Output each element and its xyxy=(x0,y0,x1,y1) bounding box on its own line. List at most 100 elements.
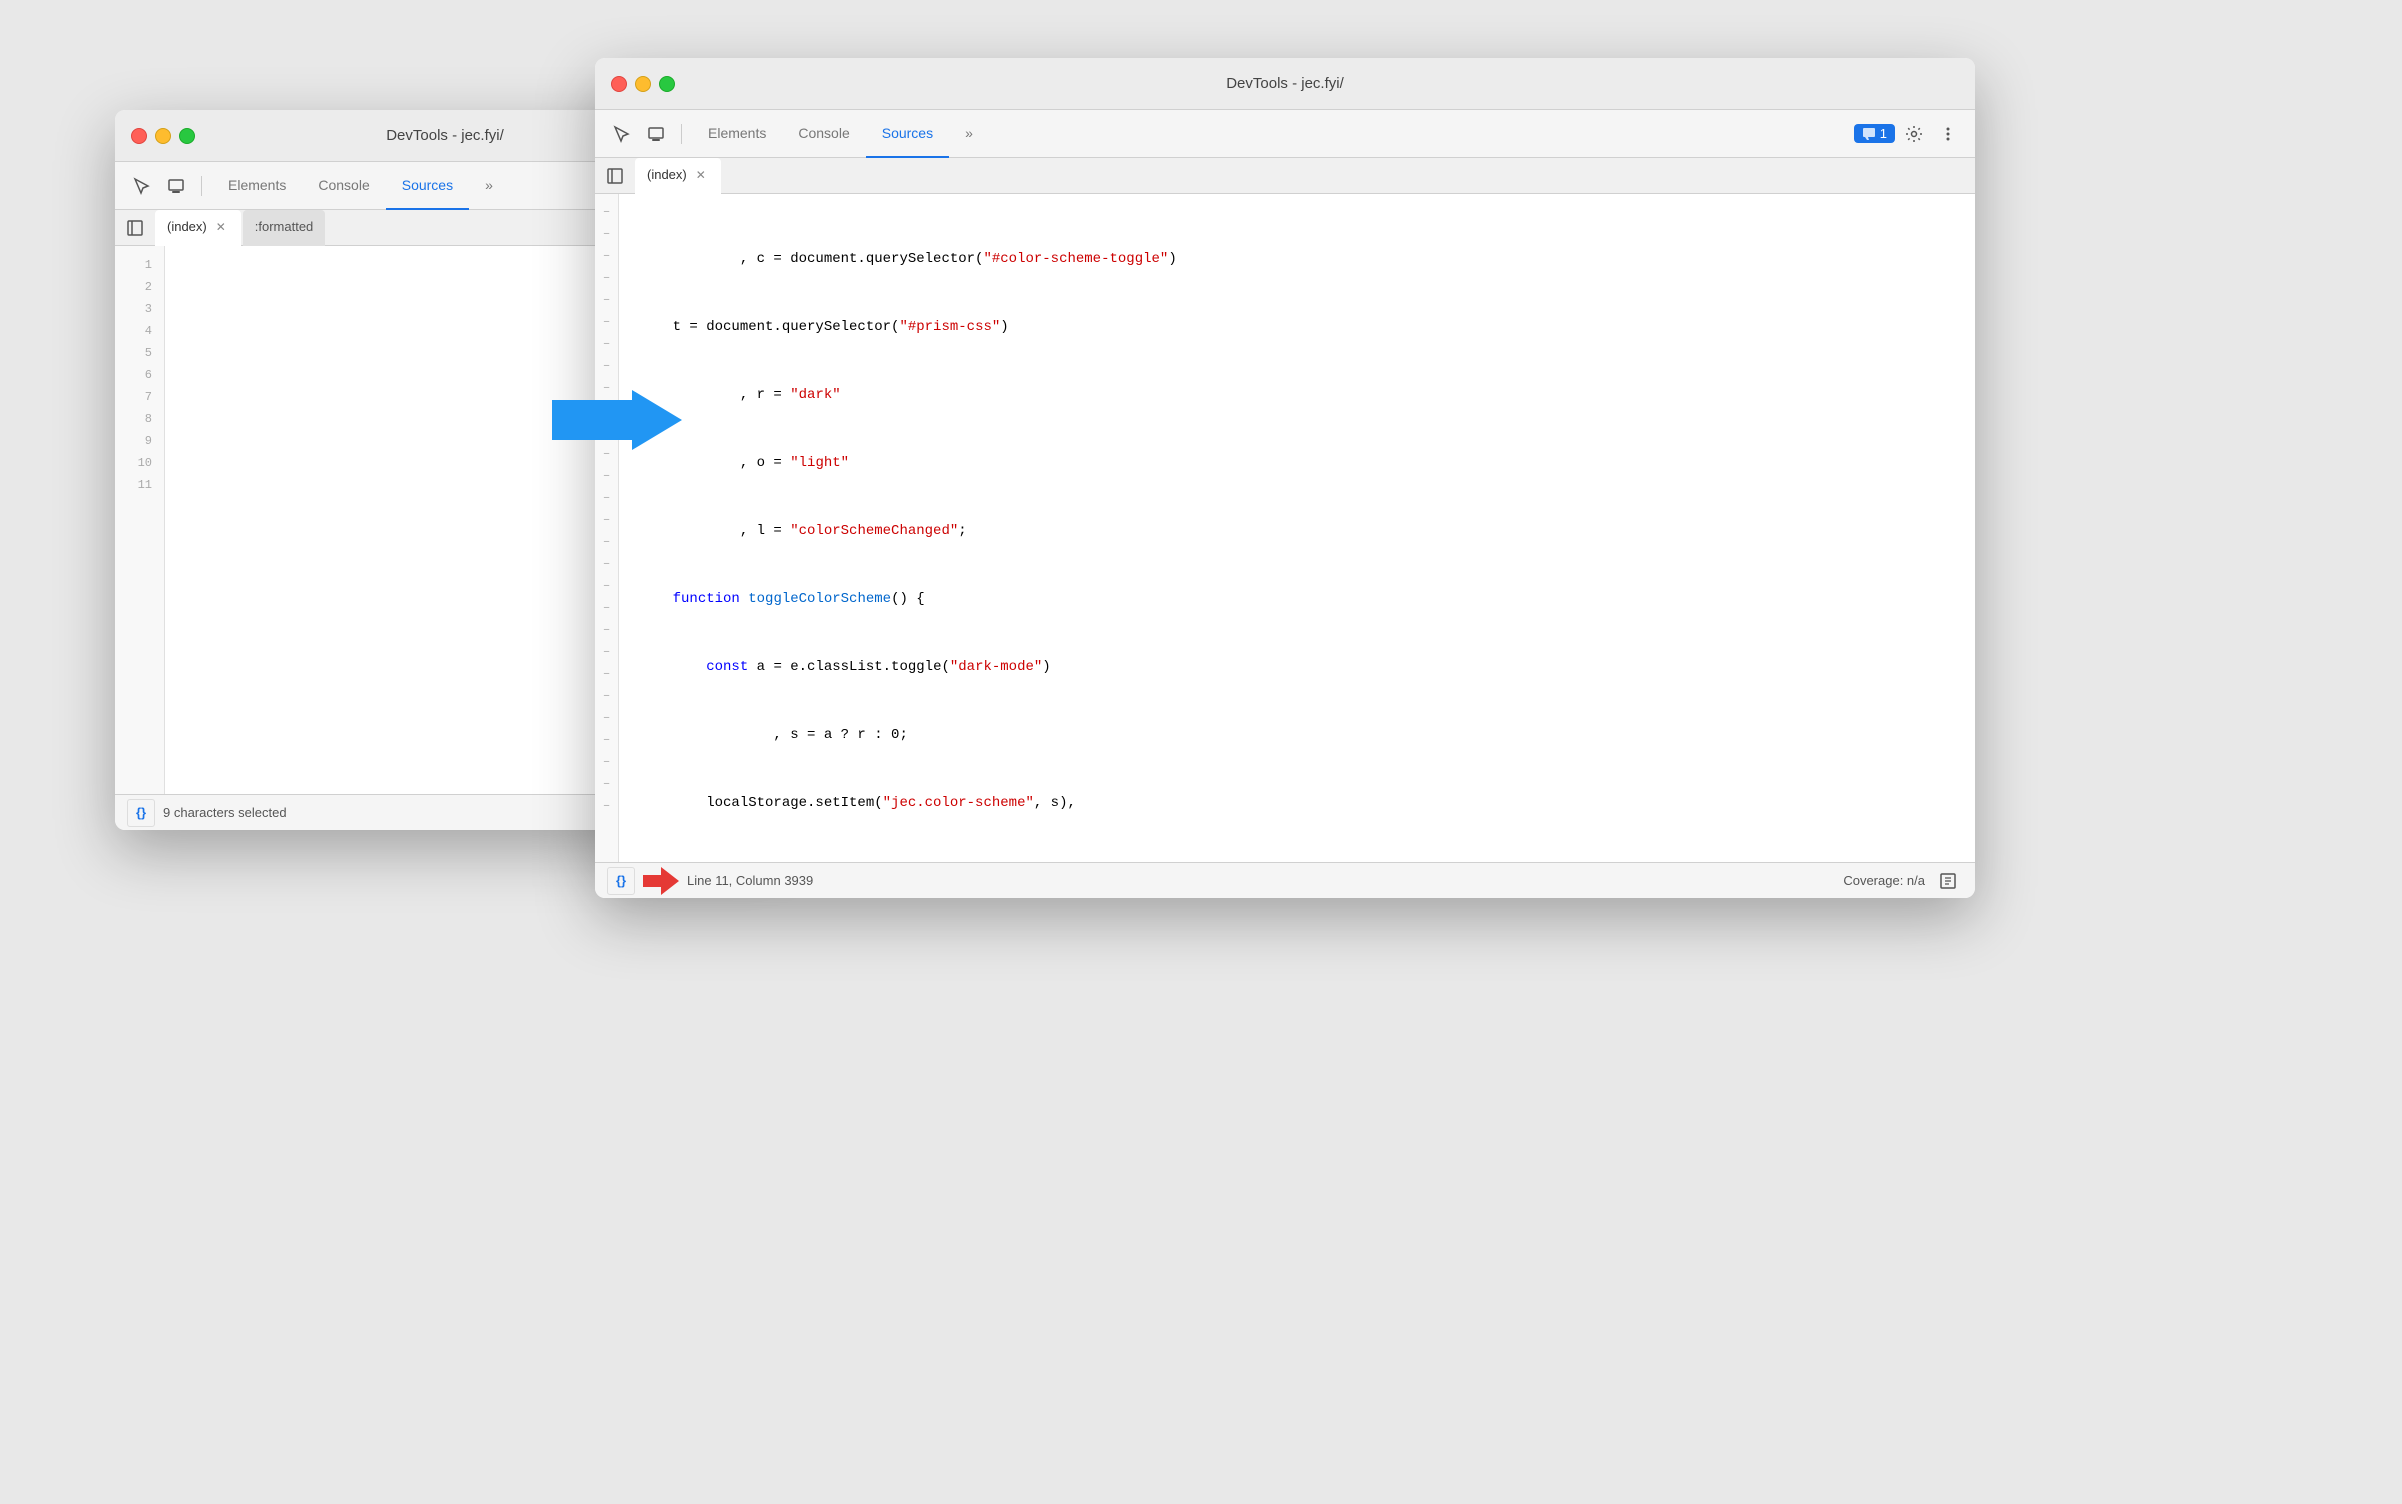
inspect-icon-2[interactable] xyxy=(607,119,637,149)
file-tab-label-formatted-1: :formatted xyxy=(255,219,314,234)
format-button-1[interactable]: {} xyxy=(127,799,155,827)
separator-2 xyxy=(681,124,682,144)
ln-4: 4 xyxy=(115,320,164,342)
diff-m-14: − xyxy=(599,488,615,510)
panel-toggle-1[interactable] xyxy=(123,216,147,240)
tab-elements-1[interactable]: Elements xyxy=(212,162,302,210)
file-tab-index-1[interactable]: (index) ✕ xyxy=(155,210,241,246)
tab-console-1[interactable]: Console xyxy=(302,162,385,210)
diff-m-20: − xyxy=(599,620,615,642)
file-tab-index-2[interactable]: (index) ✕ xyxy=(635,158,721,194)
diff-m-15: − xyxy=(599,510,615,532)
ln-8: 8 xyxy=(115,408,164,430)
ln-3: 3 xyxy=(115,298,164,320)
diff-m-27: − xyxy=(599,774,615,796)
traffic-lights-2 xyxy=(611,76,675,92)
ln-9: 9 xyxy=(115,430,164,452)
diff-m-26: − xyxy=(599,752,615,774)
ln-11: 11 xyxy=(115,474,164,496)
panel-toggle-2[interactable] xyxy=(603,164,627,188)
line-numbers-1: 1 2 3 4 5 6 7 8 9 10 11 xyxy=(115,246,165,794)
code-area-2: − − − − − − − − − − − − − − − − − − − − … xyxy=(595,194,1975,862)
format-button-2[interactable]: {} xyxy=(607,867,635,895)
file-tab-label-2: (index) xyxy=(647,167,687,182)
chat-count: 1 xyxy=(1880,126,1887,141)
toolbar-right-2: 1 xyxy=(1854,119,1963,149)
diff-m-18: − xyxy=(599,576,615,598)
more-icon-2[interactable] xyxy=(1933,119,1963,149)
ln-6: 6 xyxy=(115,364,164,386)
maximize-button-2[interactable] xyxy=(659,76,675,92)
blue-arrow xyxy=(552,390,682,455)
file-tabs-2: (index) ✕ xyxy=(595,158,1975,194)
tab-bar-1: Elements Console Sources » xyxy=(212,162,509,210)
window-title-2: DevTools - jec.fyi/ xyxy=(1226,75,1344,92)
ln-1: 1 xyxy=(115,254,164,276)
titlebar-2: DevTools - jec.fyi/ xyxy=(595,58,1975,110)
window-title-1: DevTools - jec.fyi/ xyxy=(386,127,504,144)
diff-m-4: − xyxy=(599,268,615,290)
tab-more-2[interactable]: » xyxy=(949,110,989,158)
file-tab-close-2[interactable]: ✕ xyxy=(693,167,709,183)
chat-badge-2[interactable]: 1 xyxy=(1854,124,1895,143)
diff-m-23: − xyxy=(599,686,615,708)
file-tab-formatted-1[interactable]: :formatted xyxy=(243,210,326,246)
device-icon[interactable] xyxy=(161,171,191,201)
tab-sources-2[interactable]: Sources xyxy=(866,110,949,158)
close-button-1[interactable] xyxy=(131,128,147,144)
close-button-2[interactable] xyxy=(611,76,627,92)
diff-m-7: − xyxy=(599,334,615,356)
status-pos-2: Line 11, Column 3939 xyxy=(687,873,813,888)
diff-m-2: − xyxy=(599,224,615,246)
diff-m-19: − xyxy=(599,598,615,620)
cl-6: function toggleColorScheme() { xyxy=(639,588,1955,610)
settings-icon-2[interactable] xyxy=(1899,119,1929,149)
diff-m-3: − xyxy=(599,246,615,268)
code-content-2[interactable]: , c = document.querySelector("#color-sch… xyxy=(619,194,1975,862)
ln-5: 5 xyxy=(115,342,164,364)
diff-m-22: − xyxy=(599,664,615,686)
maximize-button-1[interactable] xyxy=(179,128,195,144)
tab-sources-1[interactable]: Sources xyxy=(386,162,469,210)
ln-2: 2 xyxy=(115,276,164,298)
coverage-text-2: Coverage: n/a xyxy=(1843,873,1925,888)
status-right-2: Coverage: n/a xyxy=(1843,866,1963,896)
status-left-2: {} Line 11, Column 3939 xyxy=(607,867,813,895)
cl-7: const a = e.classList.toggle("dark-mode"… xyxy=(639,656,1955,678)
minimize-button-2[interactable] xyxy=(635,76,651,92)
diff-m-8: − xyxy=(599,356,615,378)
cl-8: , s = a ? r : 0; xyxy=(639,724,1955,746)
cl-4: , o = "light" xyxy=(639,452,1955,474)
diff-m-28: − xyxy=(599,796,615,818)
tab-elements-2[interactable]: Elements xyxy=(692,110,782,158)
device-icon-2[interactable] xyxy=(641,119,671,149)
diff-m-5: − xyxy=(599,290,615,312)
diff-m-21: − xyxy=(599,642,615,664)
cl-3: , r = "dark" xyxy=(639,384,1955,406)
cl-1: , c = document.querySelector("#color-sch… xyxy=(639,248,1955,270)
diff-m-16: − xyxy=(599,532,615,554)
diff-m-1: − xyxy=(599,202,615,224)
separator-1 xyxy=(201,176,202,196)
minimize-button-1[interactable] xyxy=(155,128,171,144)
status-bar-2: {} Line 11, Column 3939 Coverage: n/a xyxy=(595,862,1975,898)
inspect-icon[interactable] xyxy=(127,171,157,201)
traffic-lights-1 xyxy=(131,128,195,144)
diff-m-6: − xyxy=(599,312,615,334)
tab-bar-2: Elements Console Sources » xyxy=(692,110,989,158)
status-left-1: {} 9 characters selected xyxy=(127,799,287,827)
devtools-window-2: DevTools - jec.fyi/ Elements Console Sou… xyxy=(595,58,1975,898)
diff-m-13: − xyxy=(599,466,615,488)
diff-m-17: − xyxy=(599,554,615,576)
tab-console-2[interactable]: Console xyxy=(782,110,865,158)
tab-more-1[interactable]: » xyxy=(469,162,509,210)
red-arrow-indicator xyxy=(643,867,679,895)
toolbar-2: Elements Console Sources » 1 xyxy=(595,110,1975,158)
ln-7: 7 xyxy=(115,386,164,408)
cl-5: , l = "colorSchemeChanged"; xyxy=(639,520,1955,542)
file-tab-close-1[interactable]: ✕ xyxy=(213,219,229,235)
file-tab-label-1: (index) xyxy=(167,219,207,234)
coverage-icon-2[interactable] xyxy=(1933,866,1963,896)
diff-m-24: − xyxy=(599,708,615,730)
diff-gutter-2: − − − − − − − − − − − − − − − − − − − − … xyxy=(595,194,619,862)
